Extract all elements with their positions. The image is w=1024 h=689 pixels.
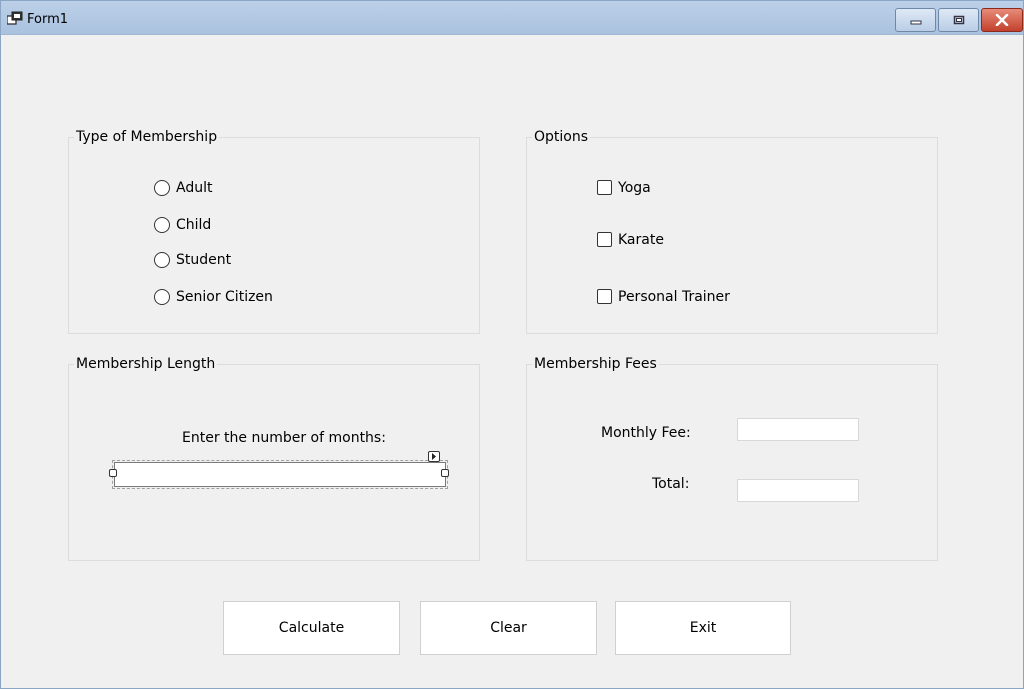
maximize-button[interactable] <box>938 8 979 32</box>
checkbox-karate[interactable] <box>597 232 612 247</box>
checkbox-yoga[interactable] <box>597 180 612 195</box>
exit-button[interactable]: Exit <box>615 601 791 655</box>
membership-length-legend: Membership Length <box>76 356 216 372</box>
minimize-icon <box>910 20 921 25</box>
smart-tag-arrow-icon <box>432 453 436 460</box>
calculate-button[interactable]: Calculate <box>223 601 400 655</box>
radio-adult[interactable] <box>154 180 170 196</box>
checkbox-yoga-label[interactable]: Yoga <box>618 180 651 196</box>
checkbox-personal-trainer[interactable] <box>597 289 612 304</box>
close-button[interactable] <box>981 8 1023 32</box>
resize-handle-left[interactable] <box>109 469 117 477</box>
radio-child[interactable] <box>154 217 170 233</box>
window-title: Form1 <box>27 12 69 27</box>
radio-senior-citizen-label[interactable]: Senior Citizen <box>176 289 273 305</box>
radio-adult-label[interactable]: Adult <box>176 180 212 196</box>
monthly-fee-label: Monthly Fee: <box>601 425 691 441</box>
options-group: Options <box>526 129 938 334</box>
options-legend: Options <box>534 129 589 145</box>
app-icon <box>7 11 23 25</box>
membership-fees-group: Membership Fees <box>526 356 938 561</box>
radio-student-label[interactable]: Student <box>176 252 231 268</box>
close-icon <box>995 14 1009 26</box>
membership-type-legend: Type of Membership <box>76 129 218 145</box>
checkbox-personal-trainer-label[interactable]: Personal Trainer <box>618 289 730 305</box>
membership-type-group: Type of Membership <box>68 129 480 334</box>
radio-child-label[interactable]: Child <box>176 217 211 233</box>
radio-student[interactable] <box>154 252 170 268</box>
resize-handle-right[interactable] <box>441 469 449 477</box>
form-client-area: Type of Membership Adult Child Student S… <box>2 36 1022 687</box>
months-input[interactable] <box>112 460 448 489</box>
membership-fees-legend: Membership Fees <box>534 356 657 372</box>
smart-tag-button[interactable] <box>428 451 440 462</box>
minimize-button[interactable] <box>895 8 936 32</box>
restore-icon <box>953 15 964 25</box>
months-prompt-label: Enter the number of months: <box>182 430 386 446</box>
membership-length-group: Membership Length <box>68 356 480 561</box>
radio-senior-citizen[interactable] <box>154 289 170 305</box>
checkbox-karate-label[interactable]: Karate <box>618 232 664 248</box>
clear-button[interactable]: Clear <box>420 601 597 655</box>
total-label: Total: <box>652 476 690 492</box>
form-window: Form1 Type of Membership Adult Child Stu… <box>0 0 1024 689</box>
total-output <box>737 479 859 502</box>
title-bar[interactable]: Form1 <box>1 1 1023 35</box>
monthly-fee-output <box>737 418 859 441</box>
